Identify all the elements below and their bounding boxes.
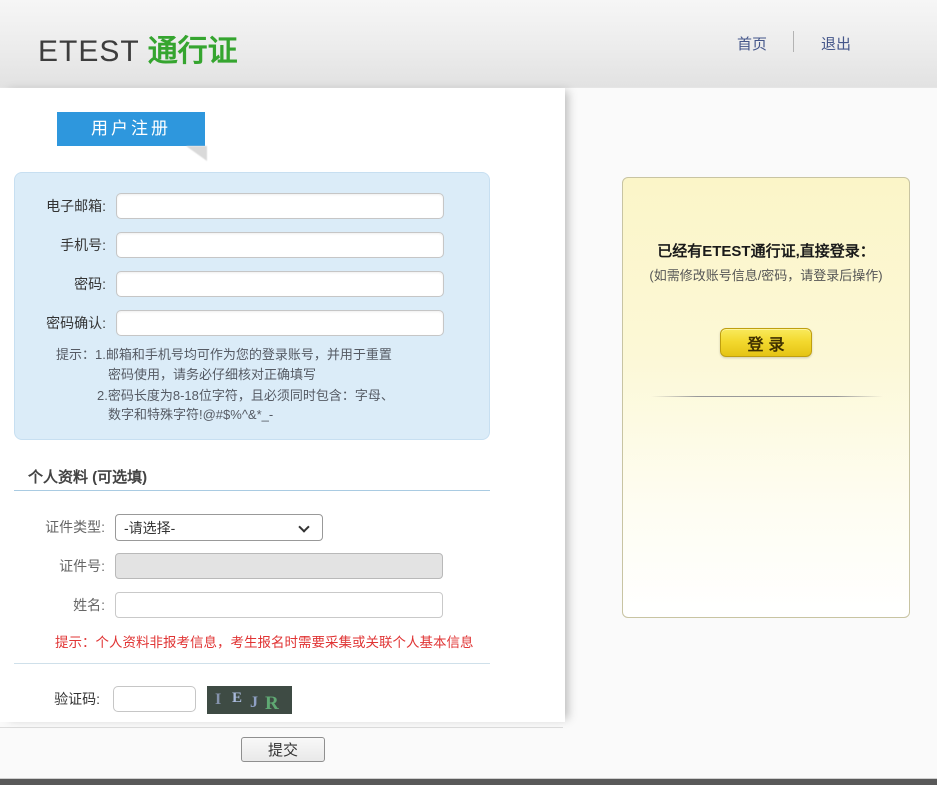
password-confirm-label: 密码确认: bbox=[15, 310, 106, 336]
etest-logo: ETEST通行证 bbox=[38, 26, 238, 70]
page-header: ETEST通行证 首页 退出 bbox=[0, 0, 937, 88]
nav-logout-link[interactable]: 退出 bbox=[821, 33, 851, 54]
logo-text-pass: 通行证 bbox=[148, 35, 238, 68]
password-label: 密码: bbox=[15, 271, 106, 297]
tab-curl-decoration bbox=[186, 146, 207, 161]
login-button[interactable]: 登录 bbox=[720, 328, 812, 357]
captcha-label: 验证码: bbox=[20, 686, 100, 712]
nav-home-link[interactable]: 首页 bbox=[737, 33, 767, 54]
register-hint-line4: 数字和特殊字符!@#$%^&*_- bbox=[108, 404, 273, 423]
phone-input[interactable] bbox=[116, 232, 444, 258]
captcha-char: E bbox=[232, 690, 242, 707]
phone-label: 手机号: bbox=[15, 232, 106, 258]
name-label: 姓名: bbox=[20, 592, 105, 619]
captcha-char: I bbox=[215, 691, 221, 709]
footer-bar bbox=[0, 778, 937, 785]
login-box-title: 已经有ETEST通行证,直接登录： bbox=[623, 240, 909, 261]
logo-text-etest: ETEST bbox=[38, 35, 140, 68]
captcha-image[interactable]: I E J R bbox=[207, 686, 292, 714]
captcha-char: J bbox=[250, 694, 258, 712]
captcha-input[interactable] bbox=[113, 686, 196, 712]
captcha-section-rule bbox=[14, 663, 490, 664]
name-input[interactable] bbox=[115, 592, 443, 618]
id-type-label: 证件类型: bbox=[20, 514, 105, 541]
profile-hint: 提示：个人资料非报考信息，考生报名时需要采集或关联个人基本信息 bbox=[55, 631, 474, 651]
nav-separator bbox=[793, 31, 794, 52]
profile-section-rule bbox=[14, 490, 490, 491]
id-number-label: 证件号: bbox=[20, 553, 105, 580]
login-box-subtitle: (如需修改账号信息/密码，请登录后操作) bbox=[623, 265, 909, 284]
profile-section-title: 个人资料 (可选填) bbox=[28, 466, 147, 487]
email-input[interactable] bbox=[116, 193, 444, 219]
id-type-select[interactable]: -请选择- bbox=[115, 514, 323, 541]
bottom-divider bbox=[0, 727, 563, 728]
register-hint-line1: 提示：1.邮箱和手机号均可作为您的登录账号，并用于重置 bbox=[56, 344, 392, 363]
tab-user-register[interactable]: 用户注册 bbox=[57, 112, 205, 146]
submit-button[interactable]: 提交 bbox=[241, 737, 325, 762]
existing-account-box: 已经有ETEST通行证,直接登录： (如需修改账号信息/密码，请登录后操作) 登… bbox=[622, 177, 910, 618]
password-confirm-input[interactable] bbox=[116, 310, 444, 336]
registration-panel: 用户注册 电子邮箱: 手机号: 密码: 密码确认: 提示：1.邮箱和手机号均可作… bbox=[0, 88, 565, 722]
captcha-char: R bbox=[265, 693, 279, 715]
account-form-panel: 电子邮箱: 手机号: 密码: 密码确认: 提示：1.邮箱和手机号均可作为您的登录… bbox=[14, 172, 490, 440]
id-number-input bbox=[115, 553, 443, 579]
login-box-divider bbox=[651, 396, 883, 397]
register-hint-line2: 密码使用，请务必仔细核对正确填写 bbox=[108, 364, 316, 383]
password-input[interactable] bbox=[116, 271, 444, 297]
register-hint-line3: 2.密码长度为8-18位字符，且必须同时包含：字母、 bbox=[97, 385, 394, 404]
email-label: 电子邮箱: bbox=[15, 193, 106, 219]
